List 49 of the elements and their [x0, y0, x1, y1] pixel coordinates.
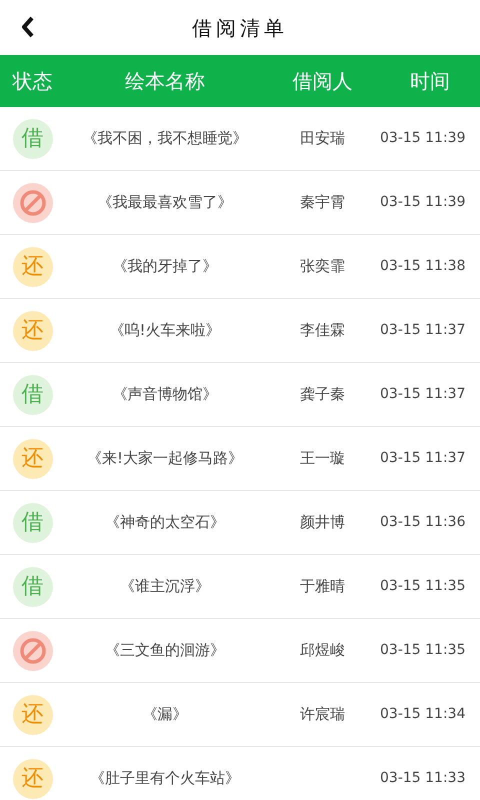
borrower-name: 李佳霖	[300, 320, 345, 342]
borrow-status-badge: 借	[12, 374, 52, 414]
return-status-badge: 还	[12, 758, 52, 798]
borrow-status-badge: 借	[12, 502, 52, 542]
borrower-name: 于雅晴	[300, 576, 345, 598]
column-header: 时间	[410, 68, 450, 95]
return-status-badge: 还	[12, 246, 52, 286]
prohibited-icon	[12, 630, 52, 670]
borrow-time: 03-15 11:39	[380, 193, 466, 212]
column-header: 绘本名称	[125, 68, 205, 95]
borrow-time: 03-15 11:38	[380, 257, 466, 276]
book-title: 《神奇的太空石》	[105, 512, 225, 534]
book-title: 《声音博物馆》	[112, 384, 218, 406]
book-title: 《我不困，我不想睡觉》	[82, 128, 248, 150]
borrower-name: 许宸瑞	[300, 704, 345, 726]
borrow-time: 03-15 11:35	[380, 577, 466, 596]
borrow-time: 03-15 11:37	[380, 321, 466, 340]
borrower-name: 邱煜峻	[300, 640, 345, 662]
back-icon	[20, 15, 36, 39]
book-title: 《漏》	[142, 704, 188, 726]
borrow-time: 03-15 11:35	[380, 641, 466, 660]
return-status-badge: 还	[12, 310, 52, 350]
borrow-time: 03-15 11:37	[380, 449, 466, 468]
borrower-name: 王一璇	[300, 448, 345, 470]
borrow-time: 03-15 11:36	[380, 513, 466, 532]
borrow-time: 03-15 11:37	[380, 385, 466, 404]
borrower-name: 秦宇霄	[300, 192, 345, 214]
book-title: 《我最最喜欢雪了》	[98, 192, 232, 214]
borrow-time: 03-15 11:39	[380, 129, 466, 148]
borrow-status-badge: 借	[12, 566, 52, 606]
borrow-time: 03-15 11:34	[380, 705, 466, 724]
borrower-name: 田安瑞	[300, 128, 345, 150]
borrower-name: 颜井博	[300, 512, 345, 534]
prohibited-icon	[12, 182, 52, 222]
book-title: 《三文鱼的洄游》	[105, 640, 225, 662]
borrow-time: 03-15 11:33	[380, 769, 466, 788]
column-header: 借阅人	[292, 68, 352, 95]
page-title: 借阅清单	[192, 14, 288, 42]
borrower-name: 龚子秦	[300, 384, 345, 406]
book-title: 《我的牙掉了》	[112, 256, 218, 278]
book-title: 《谁主沉浮》	[120, 576, 210, 598]
borrower-name: 张奕霏	[300, 256, 345, 278]
return-status-badge: 还	[12, 438, 52, 478]
book-title: 《呜!火车来啦》	[109, 320, 220, 342]
borrow-status-badge: 借	[12, 118, 52, 158]
return-status-badge: 还	[12, 694, 52, 734]
column-header: 状态	[12, 68, 52, 95]
book-title: 《肚子里有个火车站》	[90, 768, 240, 790]
book-title: 《来!大家一起修马路》	[86, 448, 243, 470]
